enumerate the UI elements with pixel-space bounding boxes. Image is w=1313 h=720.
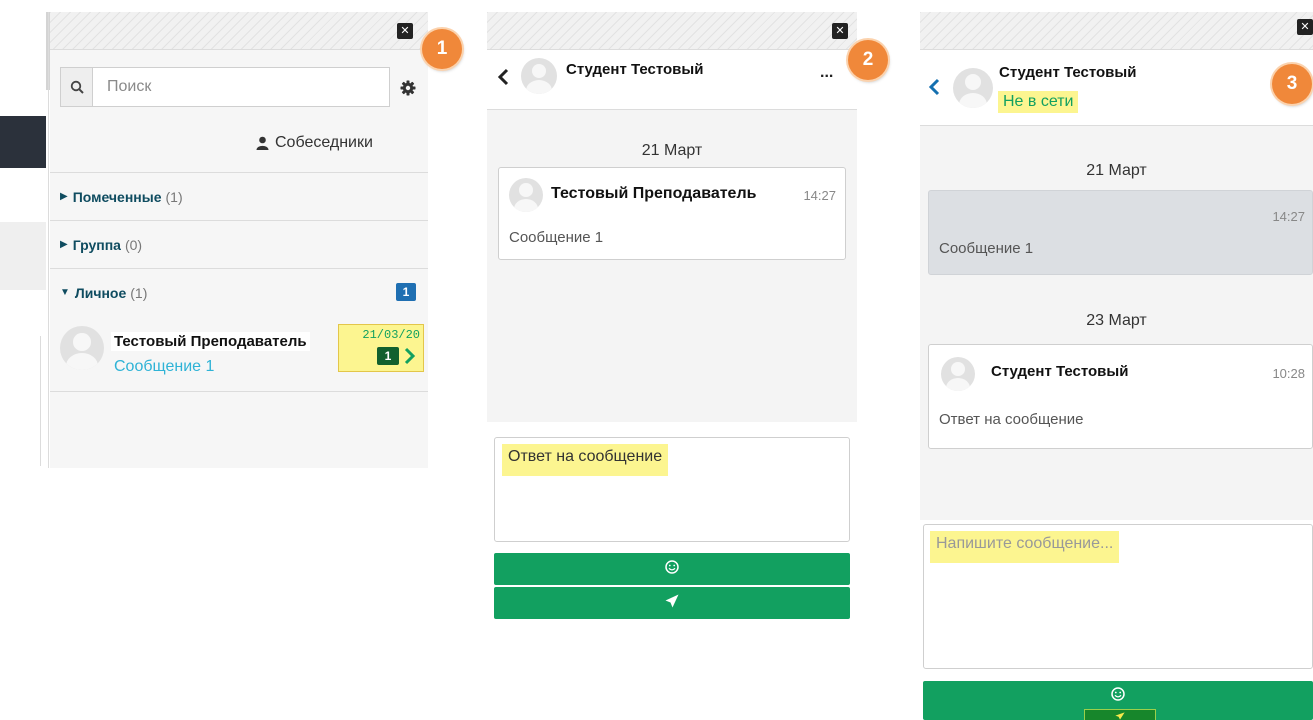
conversation-title: Студент Тестовый [566, 61, 704, 78]
send-icon [665, 594, 679, 613]
conversation-unread-badge: 1 [377, 347, 399, 365]
message-author: Студент Тестовый [991, 363, 1129, 380]
message-time: 14:27 [803, 188, 836, 203]
conversation-item[interactable]: Тестовый Преподаватель Сообщение 1 21/03… [50, 316, 428, 392]
caret-right-icon: ▶ [60, 191, 68, 202]
page-background-dark-strip [0, 116, 46, 168]
emoji-icon [665, 559, 679, 579]
drawer-header [487, 12, 857, 50]
section-label: Помеченные [72, 188, 162, 205]
message-input-placeholder: Напишите сообщение... [930, 531, 1120, 563]
message-text: Сообщение 1 [939, 240, 1034, 257]
emoji-icon [1111, 687, 1125, 706]
search-input[interactable] [93, 69, 389, 105]
conversation-last-message: Сообщение 1 [114, 358, 215, 375]
section-starred[interactable]: ▶ Помеченные (1) [50, 172, 428, 220]
messaging-panel-sent: ✕ Студент Тестовый Не в сети 21 Март 14:… [920, 12, 1313, 520]
message-time: 14:27 [1272, 209, 1305, 224]
more-options-button[interactable]: ... [820, 64, 833, 82]
message-author: Тестовый Преподаватель [551, 185, 757, 202]
send-button[interactable] [1084, 709, 1156, 720]
page-divider [40, 336, 41, 466]
message-bubble: Тестовый Преподаватель 14:27 Сообщение 1 [498, 167, 846, 260]
date-separator: 21 Март [641, 142, 703, 159]
contacts-link[interactable]: Собеседники [256, 134, 373, 152]
messaging-panel-overview: ✕ Собеседники ▶ Помеченные (1) ▶ [50, 12, 428, 468]
date-separator: 23 Март [1086, 312, 1147, 329]
page-background-grey-strip [0, 222, 46, 290]
back-icon[interactable] [497, 66, 511, 88]
message-input-text: Ответ на сообщение [502, 444, 669, 476]
section-count: (0) [124, 236, 143, 253]
conversation-date: 21/03/20 [362, 328, 420, 342]
emoji-button[interactable] [494, 553, 850, 585]
section-count: (1) [130, 284, 148, 301]
conversation-header: Студент Тестовый Не в сети [920, 50, 1313, 126]
date-separator: 21 Март [1086, 162, 1147, 179]
caret-down-icon: ▼ [60, 287, 70, 298]
drawer-header [50, 12, 428, 50]
step-badge: 3 [1272, 64, 1312, 104]
search-field [60, 67, 390, 107]
avatar [509, 178, 543, 212]
section-private[interactable]: ▼ Личное (1) 1 [50, 268, 428, 316]
back-icon[interactable] [928, 76, 942, 98]
avatar [941, 357, 975, 391]
gear-icon[interactable] [400, 80, 416, 96]
section-label: Группа [72, 236, 121, 253]
conversation-title: Студент Тестовый [999, 64, 1137, 81]
page-divider [48, 12, 49, 468]
section-label: Личное [74, 284, 127, 301]
close-icon[interactable]: ✕ [832, 23, 848, 39]
conversation-meta-highlight: 21/03/20 1 [338, 324, 424, 372]
message-text: Ответ на сообщение [939, 411, 1084, 428]
conversation-header: Студент Тестовый ... [487, 50, 857, 110]
conversation-name: Тестовый Преподаватель [111, 332, 310, 351]
message-text: Сообщение 1 [509, 229, 604, 246]
unread-count-badge: 1 [396, 283, 416, 301]
messaging-panel-conversation: ✕ Студент Тестовый ... 21 Март Тестовый … [487, 12, 857, 422]
contacts-link-label: Собеседники [275, 134, 373, 151]
section-group[interactable]: ▶ Группа (0) [50, 220, 428, 268]
send-icon [1115, 707, 1125, 720]
caret-right-icon: ▶ [60, 239, 68, 250]
message-time: 10:28 [1272, 366, 1305, 381]
step-badge: 2 [848, 40, 888, 80]
chevron-right-icon[interactable] [403, 346, 417, 366]
close-icon[interactable]: ✕ [1297, 19, 1313, 35]
user-icon [256, 136, 269, 150]
avatar [60, 326, 104, 370]
section-count: (1) [165, 188, 183, 205]
avatar [953, 68, 993, 108]
message-bubble-own: 14:27 Сообщение 1 [928, 190, 1313, 275]
close-icon[interactable]: ✕ [397, 23, 413, 39]
message-bubble: Студент Тестовый 10:28 Ответ на сообщени… [928, 344, 1313, 449]
send-button[interactable] [494, 587, 850, 619]
step-badge: 1 [422, 29, 462, 69]
search-icon [61, 68, 93, 106]
drawer-header [920, 12, 1313, 50]
online-status: Не в сети [998, 91, 1079, 113]
avatar [521, 58, 557, 94]
